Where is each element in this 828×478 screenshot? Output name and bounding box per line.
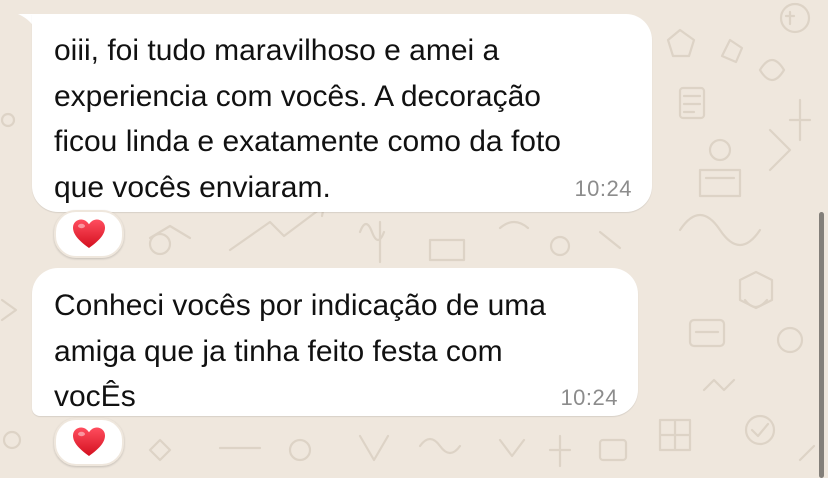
message-timestamp: 10:24: [560, 385, 618, 410]
chat-scrollbar[interactable]: [819, 212, 824, 478]
reaction-badge-2[interactable]: [54, 418, 124, 466]
message-text: oiii, foi tudo maravilhoso e amei a expe…: [54, 34, 561, 204]
reaction-badge-1[interactable]: [54, 210, 124, 258]
message-timestamp: 10:24: [574, 176, 632, 201]
message-bubble-1[interactable]: oiii, foi tudo maravilhoso e amei a expe…: [32, 14, 652, 212]
heart-icon: [73, 219, 105, 248]
message-bubble-2[interactable]: Conheci vocês por indicação de uma amiga…: [32, 268, 638, 416]
heart-icon: [73, 427, 105, 456]
message-text: Conheci vocês por indicação de uma amiga…: [54, 289, 546, 413]
